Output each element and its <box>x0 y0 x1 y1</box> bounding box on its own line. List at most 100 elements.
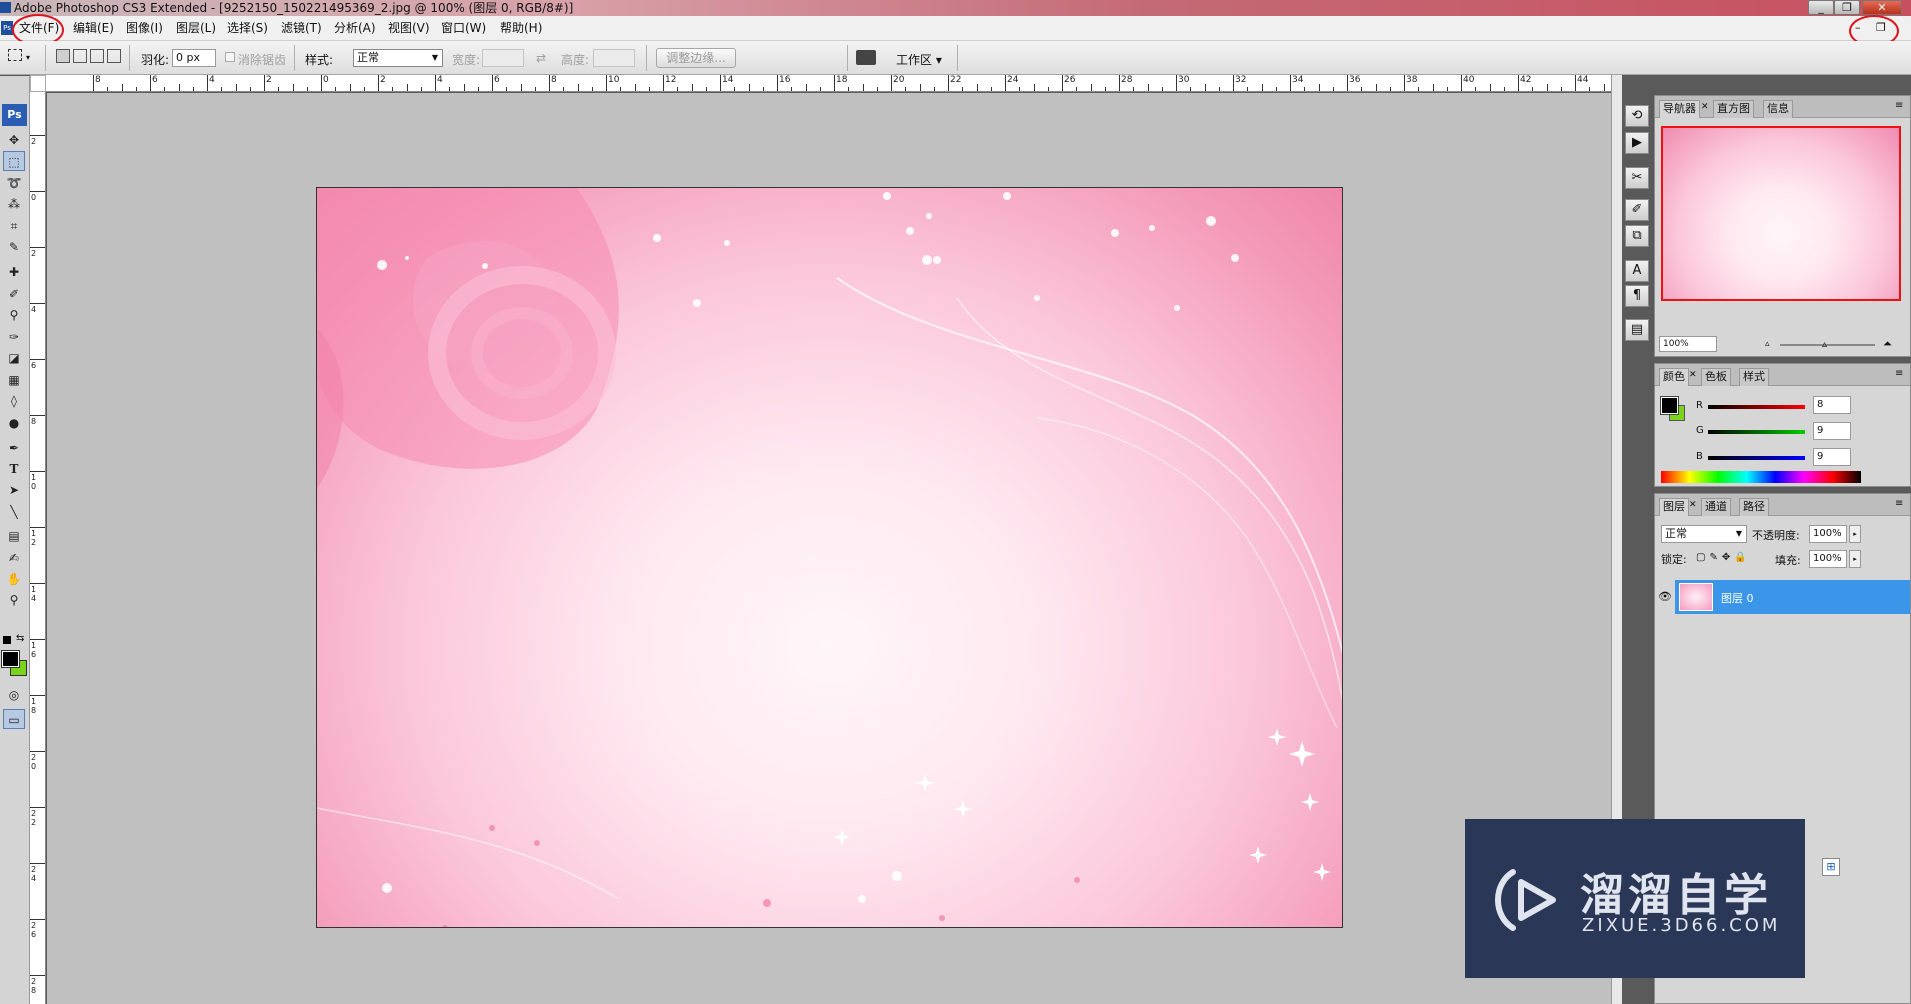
quick-mask-icon[interactable]: ◎ <box>3 685 25 705</box>
antialias-checkbox[interactable] <box>225 52 235 62</box>
close-icon[interactable]: ✕ <box>1701 102 1709 112</box>
chevron-right-icon[interactable]: ▸ <box>1849 550 1861 568</box>
blur-icon[interactable]: ◊ <box>3 391 25 411</box>
refine-edge-button[interactable]: 调整边缘... <box>656 48 736 68</box>
g-slider[interactable] <box>1708 430 1805 434</box>
add-selection-icon[interactable] <box>73 49 87 63</box>
history-brush-icon[interactable]: ✑ <box>3 327 25 347</box>
restore-button[interactable]: ❐ <box>1834 0 1860 15</box>
new-selection-icon[interactable] <box>56 49 70 63</box>
move-icon[interactable]: ✥ <box>3 130 25 150</box>
g-input[interactable]: 9 <box>1813 422 1851 440</box>
b-slider[interactable] <box>1708 456 1805 460</box>
actions-icon[interactable]: ▶ <box>1625 132 1649 154</box>
close-button[interactable]: ✕ <box>1862 0 1902 15</box>
default-colors-icon[interactable] <box>3 636 11 644</box>
zoom-in-icon[interactable]: ⏶ <box>1883 337 1892 351</box>
magic-wand-icon[interactable]: ⁂ <box>3 194 25 214</box>
layer-row[interactable]: 👁 图层 0 <box>1655 580 1910 614</box>
brushes-icon[interactable]: ✐ <box>1625 199 1649 221</box>
menu-layer[interactable]: 图层(L) <box>176 20 216 36</box>
style-select[interactable]: 正常 ▼ <box>353 49 443 67</box>
tab-layers[interactable]: 图层 <box>1659 498 1689 516</box>
ps-logo[interactable]: Ps <box>2 104 27 126</box>
windows-icon[interactable]: ⊞ <box>1822 858 1840 876</box>
minimize-button[interactable]: _ <box>1808 0 1834 15</box>
slice-icon[interactable]: ✎ <box>3 237 25 257</box>
hand-icon[interactable]: ✋ <box>3 569 25 589</box>
tab-swatches[interactable]: 色板 <box>1701 368 1731 386</box>
chevron-right-icon[interactable]: ▸ <box>1849 525 1861 543</box>
tab-info[interactable]: 信息 <box>1763 100 1793 118</box>
path-select-icon[interactable]: ➤ <box>3 480 25 500</box>
layer-comps-icon[interactable]: ▤ <box>1625 319 1649 341</box>
tab-color[interactable]: 颜色 <box>1659 368 1689 386</box>
notes-icon[interactable]: ▤ <box>3 526 25 546</box>
zoom-input[interactable]: 100% <box>1659 336 1717 352</box>
lock-icons[interactable]: ▢✎✥🔒 <box>1696 552 1751 563</box>
menu-edit[interactable]: 编辑(E) <box>73 20 114 36</box>
tab-channels[interactable]: 通道 <box>1701 498 1731 516</box>
eye-icon[interactable]: 👁 <box>1655 580 1675 614</box>
blend-mode-select[interactable]: 正常 ▼ <box>1661 525 1747 543</box>
eraser-icon[interactable]: ◪ <box>3 348 25 368</box>
opacity-input[interactable]: 100% <box>1809 525 1847 543</box>
height-input[interactable] <box>593 49 635 67</box>
rect-marquee-preset-icon[interactable] <box>8 49 22 61</box>
b-input[interactable]: 9 <box>1813 448 1851 466</box>
zoom-icon[interactable]: ⚲ <box>3 590 25 610</box>
menu-filter[interactable]: 滤镜(T) <box>281 20 322 36</box>
history-icon[interactable]: ⟲ <box>1625 105 1649 127</box>
tool-presets-icon[interactable]: ✂ <box>1625 167 1649 189</box>
pen-icon[interactable]: ✒ <box>3 438 25 458</box>
horizontal-ruler[interactable]: 8 6 4 2 0 2 4 6 8 10 12 14 16 18 20 22 24 26 28 30 32 34 36 38 4… <box>46 75 1611 92</box>
ruler-origin[interactable] <box>30 75 46 92</box>
width-input[interactable] <box>482 49 524 67</box>
zoom-slider-handle-icon[interactable]: ▵ <box>1822 339 1827 350</box>
paragraph-icon[interactable]: ¶ <box>1625 285 1649 307</box>
zoom-slider[interactable] <box>1780 344 1875 346</box>
panel-menu-icon[interactable]: ≡ <box>1895 100 1903 111</box>
menu-view[interactable]: 视图(V) <box>388 20 430 36</box>
bridge-icon[interactable] <box>856 50 876 65</box>
color-ramp[interactable] <box>1661 471 1861 483</box>
tab-histogram[interactable]: 直方图 <box>1713 100 1754 118</box>
menu-image[interactable]: 图像(I) <box>126 20 163 36</box>
crop-icon[interactable]: ⌗ <box>3 216 25 236</box>
vertical-ruler[interactable]: 2 0 2 4 6 8 10 12 14 16 18 20 22 24 26 28 <box>30 92 46 1004</box>
document-canvas[interactable] <box>316 187 1343 928</box>
close-icon[interactable]: ✕ <box>1689 370 1697 380</box>
foreground-color-swatch[interactable] <box>1 650 20 668</box>
navigator-preview[interactable] <box>1661 126 1901 301</box>
swap-colors-icon[interactable]: ⇆ <box>16 633 24 644</box>
workspace-button[interactable]: 工作区 ▾ <box>896 51 942 68</box>
menu-select[interactable]: 选择(S) <box>227 20 268 36</box>
line-icon[interactable]: ╲ <box>3 502 25 522</box>
stamp-icon[interactable]: ⚲ <box>3 305 25 325</box>
tab-paths[interactable]: 路径 <box>1739 498 1769 516</box>
r-slider[interactable] <box>1708 405 1805 409</box>
dodge-icon[interactable]: ● <box>3 413 25 433</box>
panel-menu-icon[interactable]: ≡ <box>1895 498 1903 509</box>
tab-navigator[interactable]: 导航器 <box>1659 100 1700 118</box>
character-icon[interactable]: A <box>1625 260 1649 282</box>
healing-icon[interactable]: ✚ <box>3 262 25 282</box>
gradient-icon[interactable]: ▦ <box>3 370 25 390</box>
lasso-icon[interactable]: ➰ <box>3 173 25 193</box>
menu-analysis[interactable]: 分析(A) <box>334 20 376 36</box>
subtract-selection-icon[interactable] <box>90 49 104 63</box>
feather-input[interactable]: 0 px <box>172 49 216 67</box>
zoom-out-icon[interactable]: ▵ <box>1765 339 1770 349</box>
preset-dropdown-icon[interactable]: ▾ <box>26 53 30 62</box>
eyedropper-icon[interactable]: ✍ <box>3 548 25 568</box>
r-input[interactable]: 8 <box>1813 396 1851 414</box>
close-icon[interactable]: ✕ <box>1689 500 1697 510</box>
tab-styles[interactable]: 样式 <box>1739 368 1769 386</box>
marquee-icon[interactable]: ⬚ <box>3 151 25 171</box>
fill-input[interactable]: 100% <box>1809 550 1847 568</box>
brush-icon[interactable]: ✐ <box>3 284 25 304</box>
intersect-selection-icon[interactable] <box>107 49 121 63</box>
menu-window[interactable]: 窗口(W) <box>441 20 486 36</box>
panel-menu-icon[interactable]: ≡ <box>1895 368 1903 379</box>
foreground-color-chip[interactable] <box>1660 396 1679 415</box>
